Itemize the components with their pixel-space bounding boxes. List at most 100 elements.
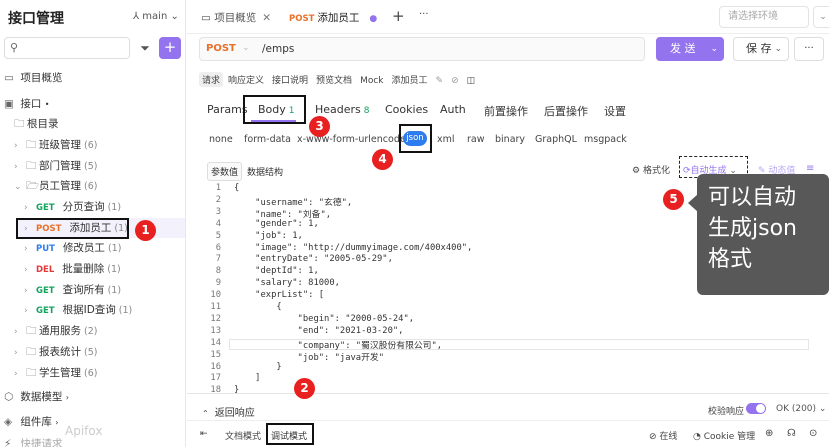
subtab-docs[interactable]: 接口说明 xyxy=(269,72,311,87)
sidebar-item-label: 学生管理 xyxy=(39,367,81,379)
body-type-graphql[interactable]: GraphQL xyxy=(535,134,577,145)
item-count: (5) xyxy=(84,161,98,172)
sidebar-folder[interactable]: › 🗀 报表统计 (5) xyxy=(14,342,97,362)
sidebar-item-label: 通用服务 xyxy=(39,325,81,337)
layout-icon[interactable]: ◫ xyxy=(464,75,479,87)
code-line: "entryDate": "2005-05-29", xyxy=(234,254,393,265)
search-input[interactable]: ⚲ xyxy=(4,37,130,59)
url-bar[interactable]: POST ⌄ /emps xyxy=(199,37,645,61)
body-type-none[interactable]: none xyxy=(209,134,233,145)
code-line: "image": "http://dummyimage.com/400x400"… xyxy=(234,242,473,253)
help-icon[interactable]: ⊙ xyxy=(809,428,817,439)
sidebar-item-overview[interactable]: ▭ 项目概览 xyxy=(4,68,62,88)
layers-icon: ◈ xyxy=(4,416,13,428)
filter-icon[interactable]: ⏷ xyxy=(135,37,155,59)
new-tab-button[interactable]: + xyxy=(392,7,405,25)
api-label: 批量删除 xyxy=(62,263,105,275)
send-button[interactable]: 发 送 ⌄ xyxy=(656,37,724,61)
item-count: (1) xyxy=(107,202,122,213)
sidebar-item-data-model[interactable]: ⬡ 数据模型 › xyxy=(4,387,69,407)
api-icon: ▣ xyxy=(4,98,14,110)
tab-overview[interactable]: ▭ 项目概览 ✕ xyxy=(201,10,271,25)
tab-headers[interactable]: Headers 8 xyxy=(315,103,370,116)
edit-icon[interactable]: ✎ xyxy=(433,75,447,87)
more-icon[interactable]: ··· xyxy=(419,9,429,20)
sidebar-item-components[interactable]: ◈ 组件库 › xyxy=(4,412,58,432)
chevron-down-icon: ⌄ xyxy=(710,44,718,54)
tab-pre-ops[interactable]: 前置操作 xyxy=(484,103,528,119)
doc-mode-button[interactable]: 文档模式 xyxy=(225,429,261,442)
method-badge: GET xyxy=(36,306,55,316)
more-icon[interactable]: ··· xyxy=(794,37,824,61)
subtab-mock[interactable]: Mock xyxy=(357,75,386,87)
sidebar-item-label: 快捷请求 xyxy=(20,438,63,447)
callout-line: 格式 xyxy=(708,247,753,272)
body-type-raw[interactable]: raw xyxy=(467,134,485,145)
body-type-binary[interactable]: binary xyxy=(495,134,525,145)
api-label: 查询所有 xyxy=(62,284,105,296)
sidebar-folder[interactable]: ⌄ 🗁员工管理 (6) xyxy=(14,176,97,196)
tab-param-value[interactable]: 参数值 xyxy=(207,162,243,181)
return-response-toggle[interactable]: ⌃ 返回响应 xyxy=(202,404,255,419)
sidebar-folder[interactable]: › 🗀 学生管理 (6) xyxy=(14,363,97,383)
folder-icon: 🗀 xyxy=(26,346,37,358)
chevron-down-icon: ⌄ xyxy=(14,182,22,192)
api-item[interactable]: › DEL 批量删除 (1) xyxy=(24,259,121,279)
collapse-icon[interactable]: ⇤ xyxy=(200,429,208,439)
chevron-right-icon: › xyxy=(14,348,18,358)
tab-settings[interactable]: 设置 xyxy=(604,103,626,119)
tab-params[interactable]: Params xyxy=(207,103,248,116)
status-label: OK (200) xyxy=(776,404,817,414)
save-button[interactable]: 保 存 ⌄ xyxy=(733,37,789,61)
line-number: 1 xyxy=(215,183,221,193)
tab-bar: ▭ 项目概览 ✕ POST 添加员工 ● + ··· 请选择环境 ⌄ xyxy=(187,0,829,34)
env-select[interactable]: 请选择环境 xyxy=(719,6,809,28)
body-type-form-data[interactable]: form-data xyxy=(244,134,291,145)
sidebar-item-label: 项目概览 xyxy=(20,72,63,84)
menu-icon[interactable]: ≡ xyxy=(806,163,814,174)
link-icon[interactable]: ⊘ xyxy=(448,75,462,87)
url-input[interactable]: /emps xyxy=(262,43,294,55)
api-item[interactable]: › GET 根据ID查询 (1) xyxy=(24,300,132,320)
check-circle-icon: ⊘ xyxy=(649,432,660,442)
search-icon: ⚲ xyxy=(10,41,19,54)
subtab-response[interactable]: 响应定义 xyxy=(225,72,267,87)
online-status[interactable]: ⊘ 在线 xyxy=(649,429,677,442)
cookie-manager-button[interactable]: ◔ Cookie 管理 xyxy=(693,429,755,442)
sidebar-item-label: 接口 xyxy=(20,98,42,110)
close-icon[interactable]: ✕ xyxy=(262,12,271,24)
body-type-xml[interactable]: xml xyxy=(437,134,455,145)
api-item[interactable]: › PUT 修改员工 (1) xyxy=(24,238,121,258)
folder-icon: 🗀 xyxy=(26,367,37,379)
shirt-icon[interactable]: ☊ xyxy=(787,428,796,439)
tab-post-ops[interactable]: 后置操作 xyxy=(544,103,588,119)
add-button[interactable]: + xyxy=(159,37,181,59)
tab-cookies[interactable]: Cookies xyxy=(385,103,428,116)
branch-selector[interactable]: ⅄ main ⌄ xyxy=(133,11,179,22)
chevron-right-icon: › xyxy=(14,162,18,172)
code-line: "exprList": [ xyxy=(234,290,325,301)
status-select[interactable]: OK (200) ⌄ xyxy=(776,404,826,414)
subtab-preview[interactable]: 预览文档 xyxy=(313,72,355,87)
annotation-circle-5: 5 xyxy=(663,189,684,210)
api-item[interactable]: › GET 分页查询 (1) xyxy=(24,197,121,217)
method-select[interactable]: POST xyxy=(206,43,236,54)
tab-add-employee[interactable]: POST 添加员工 ● xyxy=(289,10,377,25)
subtab-request[interactable]: 请求 xyxy=(199,72,224,87)
sidebar-item-interfaces[interactable]: ▣ 接口 • xyxy=(4,94,49,114)
body-type-msgpack[interactable]: msgpack xyxy=(584,134,627,145)
sidebar-folder[interactable]: › 🗀 班级管理 (6) xyxy=(14,135,97,155)
format-button[interactable]: ⚙ 格式化 xyxy=(632,163,670,176)
tab-auth[interactable]: Auth xyxy=(440,103,466,116)
chevron-down-icon[interactable]: ⌄ xyxy=(813,6,829,28)
sidebar-folder[interactable]: › 🗀 部门管理 (5) xyxy=(14,156,97,176)
tab-data-structure[interactable]: 数据结构 xyxy=(244,163,286,180)
cookie-label: Cookie 管理 xyxy=(703,432,756,442)
upload-icon[interactable]: ⊕ xyxy=(765,428,773,439)
sidebar-item-quick[interactable]: ⚡ 快捷请求 xyxy=(4,434,62,447)
item-count: (2) xyxy=(84,326,98,337)
verify-toggle[interactable] xyxy=(746,403,766,414)
sidebar-item-root[interactable]: 🗀 根目录 xyxy=(14,114,59,134)
sidebar-folder[interactable]: › 🗀 通用服务 (2) xyxy=(14,321,97,341)
api-item[interactable]: › GET 查询所有 (1) xyxy=(24,280,121,300)
